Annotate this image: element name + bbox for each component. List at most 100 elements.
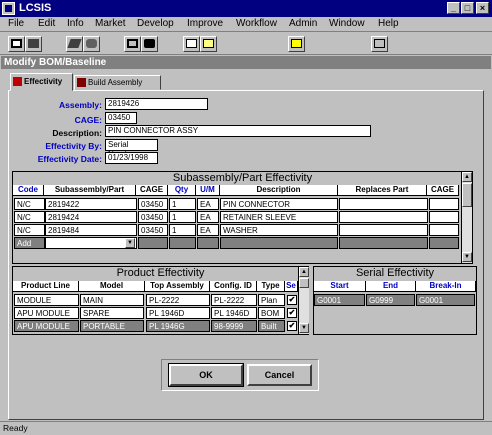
app-icon[interactable] — [2, 2, 15, 15]
col-type[interactable]: Type — [257, 281, 285, 292]
col-qty[interactable]: Qty — [168, 185, 196, 196]
assembly-field[interactable]: 2819426 — [105, 98, 208, 110]
col-start[interactable]: Start — [314, 281, 366, 292]
new-qty-cell[interactable] — [169, 237, 196, 249]
col-break-in[interactable]: Break-In — [416, 281, 476, 292]
col-select[interactable]: Se — [285, 281, 298, 292]
cell-break-in[interactable]: G0001 — [416, 294, 475, 306]
cell-start[interactable]: G0001 — [314, 294, 365, 306]
cage-field[interactable]: 03450 — [105, 112, 137, 124]
cell-qty[interactable]: 1 — [169, 198, 196, 210]
cell-top-assembly[interactable]: PL 1946D — [146, 307, 210, 319]
tab-effectivity[interactable]: Effectivity — [10, 73, 73, 91]
chevron-down-icon[interactable]: ▼ — [125, 238, 135, 248]
menu-admin[interactable]: Admin — [289, 18, 317, 29]
cell-replaces-cage[interactable] — [429, 224, 459, 236]
cell-part[interactable]: 2819424 — [45, 211, 137, 223]
product-scrollbar[interactable]: ▲ ▼ — [298, 267, 309, 334]
cell-config-id[interactable]: PL 1946D — [211, 307, 257, 319]
cell-part[interactable]: 2819484 — [45, 224, 137, 236]
menu-edit[interactable]: Edit — [38, 18, 55, 29]
subassembly-scrollbar[interactable]: ▲ ▼ — [461, 172, 472, 263]
col-um[interactable]: U/M — [196, 185, 220, 196]
scroll-down-icon[interactable]: ▼ — [462, 252, 472, 262]
cell-model[interactable]: PORTABLE — [80, 320, 144, 332]
cancel-button[interactable]: Cancel — [247, 364, 312, 386]
cell-type[interactable]: Built — [258, 320, 285, 332]
cell-end[interactable]: G0999 — [366, 294, 415, 306]
menu-market[interactable]: Market — [95, 18, 126, 29]
col-subassembly[interactable]: Subassembly/Part — [44, 185, 136, 196]
minimize-button[interactable]: _ — [447, 2, 460, 14]
add-row-label[interactable]: Add — [14, 237, 45, 249]
col-product-line[interactable]: Product Line — [13, 281, 79, 292]
cell-type[interactable]: BOM — [258, 307, 285, 319]
col-code[interactable]: Code — [13, 185, 44, 196]
cell-replaces-cage[interactable] — [429, 211, 459, 223]
cell-model[interactable]: SPARE — [80, 307, 144, 319]
menu-help[interactable]: Help — [378, 18, 399, 29]
cell-um[interactable]: EA — [197, 211, 219, 223]
ok-button[interactable]: OK — [168, 363, 244, 387]
find-button[interactable] — [141, 36, 158, 52]
cell-description[interactable]: RETAINER SLEEVE — [220, 211, 338, 223]
menu-window[interactable]: Window — [329, 18, 365, 29]
cell-replaces-part[interactable] — [339, 211, 428, 223]
cell-description[interactable]: WASHER — [220, 224, 338, 236]
col-description[interactable]: Description — [220, 185, 338, 196]
menu-info[interactable]: Info — [67, 18, 84, 29]
cell-cage[interactable]: 03450 — [138, 211, 168, 223]
print-button[interactable] — [25, 36, 42, 52]
maximize-button[interactable]: □ — [461, 2, 474, 14]
col-end[interactable]: End — [366, 281, 416, 292]
exit-button[interactable] — [371, 36, 388, 52]
col-top-assembly[interactable]: Top Assembly — [145, 281, 210, 292]
clear-button[interactable] — [66, 36, 83, 52]
new-replaces-part-cell[interactable] — [339, 237, 428, 249]
col-config-id[interactable]: Config. ID — [210, 281, 257, 292]
cell-product-line[interactable]: APU MODULE — [14, 320, 79, 332]
select-checkbox[interactable]: ✔ — [287, 308, 297, 318]
new-cage-cell[interactable] — [138, 237, 168, 249]
new-um-cell[interactable] — [197, 237, 219, 249]
cell-model[interactable]: MAIN — [80, 294, 144, 306]
cell-config-id[interactable]: PL-2222 — [211, 294, 257, 306]
select-checkbox[interactable]: ✔ — [287, 295, 297, 305]
menu-develop[interactable]: Develop — [137, 18, 174, 29]
scroll-up-icon[interactable]: ▲ — [462, 172, 472, 182]
lookup-button[interactable] — [124, 36, 141, 52]
menu-workflow[interactable]: Workflow — [236, 18, 277, 29]
select-checkbox[interactable]: ✔ — [287, 321, 297, 331]
cell-code[interactable]: N/C — [14, 211, 45, 223]
save-button[interactable] — [8, 36, 25, 52]
scroll-up-icon[interactable]: ▲ — [299, 267, 309, 277]
cell-code[interactable]: N/C — [14, 224, 45, 236]
cell-product-line[interactable]: MODULE — [14, 294, 79, 306]
close-button[interactable]: × — [476, 2, 489, 14]
record-button[interactable] — [183, 36, 200, 52]
col-replaces-part[interactable]: Replaces Part — [338, 185, 427, 196]
cell-cage[interactable]: 03450 — [138, 198, 168, 210]
col-replaces-cage[interactable]: CAGE — [427, 185, 459, 196]
copy-button[interactable] — [83, 36, 100, 52]
effectivity-date-field[interactable]: 01/23/1998 — [105, 152, 158, 164]
cell-um[interactable]: EA — [197, 224, 219, 236]
col-cage[interactable]: CAGE — [136, 185, 168, 196]
col-model[interactable]: Model — [79, 281, 145, 292]
scroll-thumb[interactable] — [462, 183, 472, 207]
cell-code[interactable]: N/C — [14, 198, 45, 210]
scroll-down-icon[interactable]: ▼ — [299, 323, 309, 333]
cell-top-assembly[interactable]: PL 1946G — [146, 320, 210, 332]
new-part-combo[interactable] — [45, 237, 137, 249]
cell-part[interactable]: 2819422 — [45, 198, 137, 210]
cell-top-assembly[interactable]: PL-2222 — [146, 294, 210, 306]
scroll-thumb[interactable] — [299, 278, 309, 288]
cell-um[interactable]: EA — [197, 198, 219, 210]
cell-replaces-part[interactable] — [339, 224, 428, 236]
cell-type[interactable]: Plan — [258, 294, 285, 306]
new-description-cell[interactable] — [220, 237, 338, 249]
cell-config-id[interactable]: 98-9999 — [211, 320, 257, 332]
tab-build-assembly[interactable]: Build Assembly — [74, 75, 161, 90]
cell-description[interactable]: PIN CONNECTOR — [220, 198, 338, 210]
menu-file[interactable]: File — [8, 18, 24, 29]
